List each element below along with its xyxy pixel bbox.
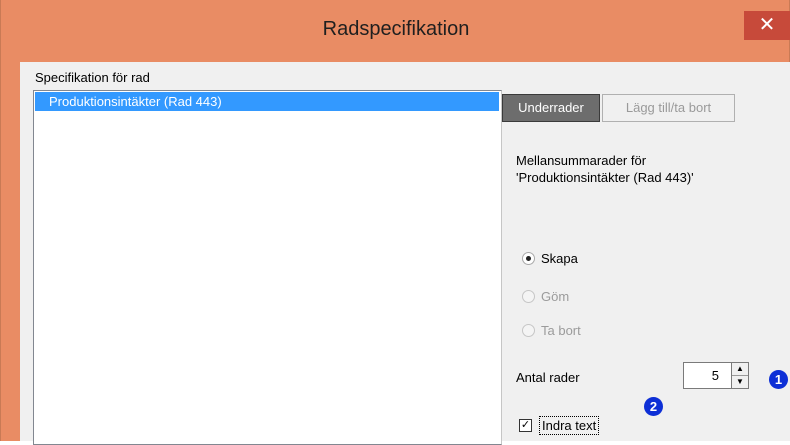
spin-down-icon[interactable]: ▼ [732,376,748,388]
row-count-label: Antal rader [516,370,580,385]
subtotal-description: Mellansummarader för 'Produktionsintäkte… [516,152,756,186]
radio-label: Skapa [541,251,578,266]
checkbox-checked-icon[interactable]: ✓ [519,419,532,432]
callout-badge-2: 2 [644,397,663,416]
row-count-input[interactable]: 5 [683,362,732,389]
spin-up-icon[interactable]: ▲ [732,363,748,376]
checkbox-label: Indra text [539,416,600,435]
radio-unchecked-icon[interactable] [522,290,535,303]
title-bar[interactable]: Radspecifikation ✕ [1,0,790,62]
close-button[interactable]: ✕ [744,11,790,40]
close-icon: ✕ [758,12,776,36]
description-text: Mellansummarader för 'Produktionsintäkte… [516,153,694,185]
callout-badge-1: 1 [769,370,788,389]
underrader-button[interactable]: Underrader [502,94,600,122]
radio-label: Ta bort [541,323,581,338]
dialog-body: Specifikation för rad Produktionsintäkte… [20,62,790,445]
spec-label: Specifikation för rad [35,70,150,85]
list-item[interactable]: Produktionsintäkter (Rad 443) [35,92,499,111]
radio-checked-icon[interactable] [522,252,535,265]
window-title: Radspecifikation [322,18,470,40]
row-listbox[interactable]: Produktionsintäkter (Rad 443) [33,90,502,445]
radio-unchecked-icon[interactable] [522,324,535,337]
row-count-stepper[interactable]: ▲ ▼ [731,362,749,389]
radio-label: Göm [541,289,570,304]
dialog-window: Radspecifikation ✕ Specifikation för rad… [0,0,790,445]
add-remove-button[interactable]: Lägg till/ta bort [602,94,735,122]
